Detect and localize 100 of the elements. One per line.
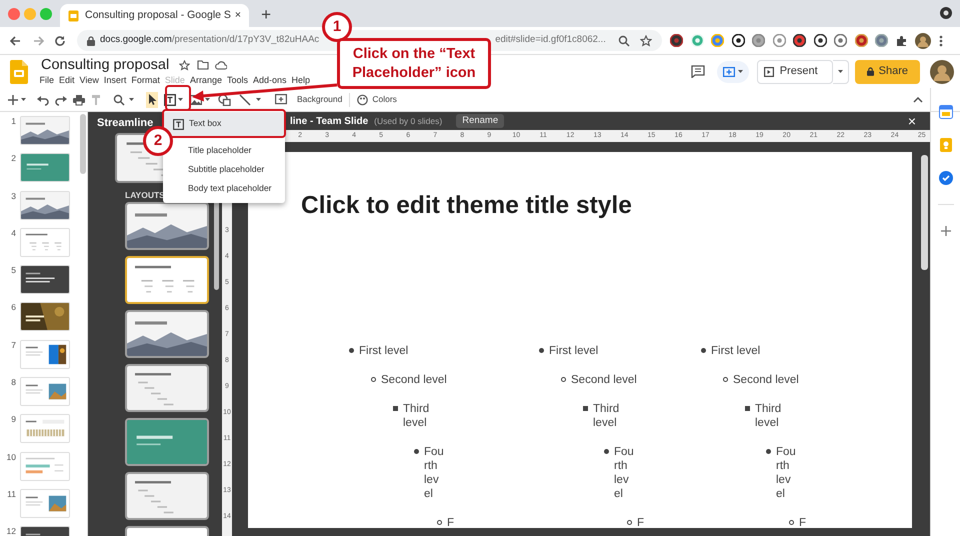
rename-button[interactable]: Rename [456,114,504,128]
comment-add-icon[interactable] [275,94,287,106]
close-button[interactable]: × [908,114,916,128]
menu-item[interactable]: Text box [163,112,285,136]
menu-item[interactable]: File [37,74,57,86]
bullet-text[interactable]: First level [359,344,408,358]
palette-icon[interactable] [357,94,368,106]
add-icon[interactable] [940,226,950,236]
slide-thumbnail[interactable] [127,204,207,248]
tab-close-button[interactable]: × [234,8,242,24]
calendar-icon[interactable] [938,105,952,119]
slide-number: 6 [10,302,17,312]
bullet-icon [701,348,706,353]
menu-item[interactable]: Edit [56,74,78,86]
slide-thumbnail[interactable] [21,117,69,144]
back-icon[interactable] [8,34,22,48]
slide-thumbnail[interactable] [21,192,69,219]
undo-icon[interactable] [37,94,49,106]
slide-thumbnail[interactable] [21,154,69,182]
bullet-icon [583,406,588,411]
menu-item[interactable]: Help [289,74,313,86]
bullet-text[interactable]: Third level [403,402,435,430]
slide-thumbnail[interactable] [127,366,207,410]
new-slide-button[interactable] [716,60,749,82]
bullet-text[interactable]: First level [711,344,760,358]
scrollbar[interactable] [921,155,928,270]
menu-item[interactable]: View [77,74,102,86]
line-icon[interactable] [239,94,251,106]
extension-icon[interactable] [814,34,826,47]
bookmark-star-icon[interactable] [640,34,652,46]
bullet-icon [627,520,632,525]
zoom-icon[interactable] [113,94,125,106]
folder-icon[interactable] [197,60,210,70]
bullet-icon [604,449,609,454]
caret-icon[interactable] [256,98,261,101]
print-icon[interactable] [73,94,85,106]
search-icon[interactable] [618,34,630,46]
slide-thumbnail[interactable] [21,266,69,294]
account-icon[interactable] [940,7,952,19]
caret-icon[interactable] [129,98,134,101]
slide-thumbnail[interactable] [127,420,207,464]
document-title[interactable]: Consulting proposal [41,56,170,74]
bullet-icon [371,377,376,382]
scrollbar[interactable] [214,200,219,290]
bullet-text[interactable]: F [799,516,811,528]
bullet-text[interactable]: F [637,516,649,528]
background-button[interactable]: Background [297,93,342,106]
avatar-icon[interactable] [930,60,954,84]
collapse-icon[interactable] [913,96,923,102]
tasks-icon[interactable] [938,171,952,185]
bullet-text[interactable]: Second level [571,373,637,387]
extension-icon[interactable] [854,34,868,47]
comment-icon[interactable] [690,65,705,78]
bullet-text[interactable]: Second level [733,373,799,387]
caret-icon[interactable] [21,98,26,101]
scrollbar[interactable] [80,114,86,174]
cloud-icon[interactable] [215,60,228,70]
slide-thumbnail[interactable] [127,474,207,518]
share-button[interactable]: Share [854,60,920,84]
menu-item[interactable]: Arrange [187,74,224,86]
avatar-icon[interactable] [915,32,931,48]
bullet-icon [393,406,398,411]
slide-thumbnail[interactable] [21,303,69,330]
new-tab-button[interactable]: + [261,5,271,25]
redo-icon[interactable] [55,94,67,106]
slide-thumbnail[interactable] [127,312,207,356]
bullet-text[interactable]: First level [549,344,598,358]
menu-item[interactable]: Tools [224,74,250,86]
extension-icon[interactable] [732,34,744,47]
slide-number: 11 [6,488,17,499]
text-box-icon [173,118,184,130]
shapes-icon[interactable] [218,94,231,106]
image-icon[interactable] [190,94,202,106]
caret-icon[interactable] [178,98,183,101]
bullet-text[interactable]: Third level [593,402,625,430]
star-icon[interactable] [179,60,190,70]
slide-thumbnail[interactable] [127,258,207,302]
more-icon[interactable] [938,34,942,46]
bullet-text[interactable]: Fourth level [614,445,635,501]
bullet-text[interactable]: Third level [755,402,787,430]
puzzle-icon[interactable] [896,34,908,46]
add-icon[interactable] [8,94,18,106]
menu-item[interactable]: Insert [101,74,129,86]
caret-icon[interactable] [205,98,210,101]
present-button[interactable]: Present [756,60,833,84]
theme-name: Streamline [96,116,154,129]
bullet-text[interactable]: Fourth level [776,445,797,501]
menu-item[interactable]: Format [128,74,162,86]
bullet-text[interactable]: Fourth level [424,445,445,501]
browser-tab[interactable]: Consulting proposal - Google S × [60,4,250,27]
cursor-icon[interactable] [146,92,158,108]
menu-item[interactable]: Add-ons [250,74,290,86]
slide-number: 3 [10,190,17,201]
extension-icon[interactable] [670,34,683,47]
extension-icon[interactable] [793,34,806,47]
reload-icon[interactable] [53,34,67,48]
bullet-text[interactable]: F [447,516,459,528]
bullet-text[interactable]: Second level [381,373,447,387]
colors-button[interactable]: Colors [372,93,397,106]
text-box-icon[interactable] [164,94,176,106]
